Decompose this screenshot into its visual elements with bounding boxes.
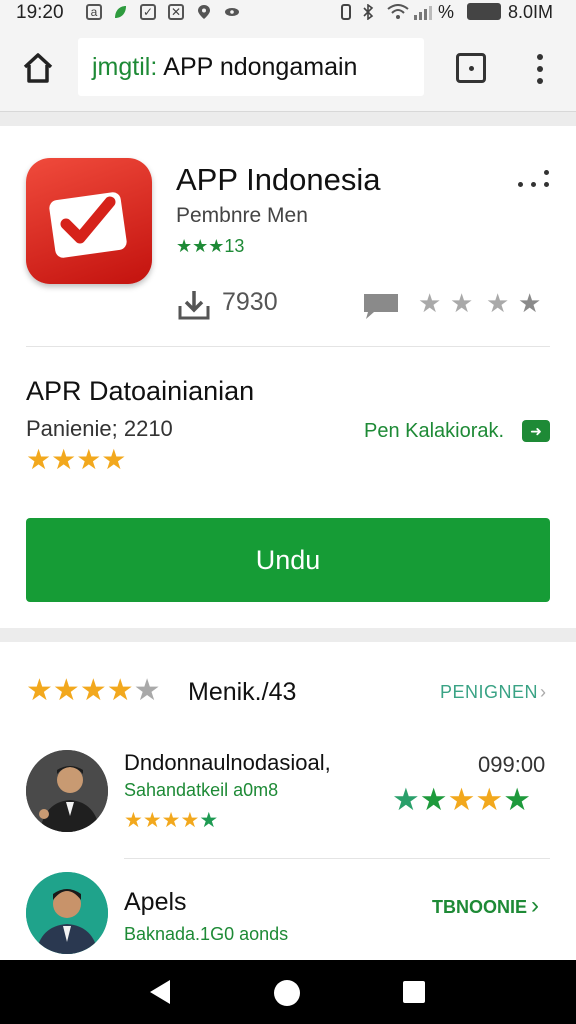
menu-dot-icon	[537, 66, 543, 72]
star-icon[interactable]: ★	[518, 290, 541, 316]
status-text-right: 8.0IM	[508, 2, 554, 22]
app-title: APP Indonesia	[176, 162, 381, 197]
star-icon[interactable]: ★	[418, 290, 441, 316]
url-text: APP ndongamain	[163, 52, 358, 81]
overflow-dot-icon	[531, 182, 536, 187]
reviews-more-link[interactable]: PENIGNEN ›	[440, 682, 547, 703]
vibrate-icon	[338, 4, 354, 20]
download-icon	[178, 291, 210, 320]
notification-icon: ✕	[168, 4, 184, 20]
battery-percent: %	[438, 2, 455, 22]
chevron-right-icon: ›	[540, 682, 547, 702]
review-meta: Baknada.1G0 aonds	[124, 924, 289, 944]
avatar[interactable]	[26, 750, 108, 832]
browser-toolbar: jmgtil: APP ndongamain	[0, 26, 576, 112]
star-icon: ★	[142, 809, 162, 832]
signal-icon	[412, 4, 434, 20]
section-title: APR Datoainianian	[26, 376, 255, 406]
browser-menu-button[interactable]	[530, 52, 550, 86]
star-icon: ★	[124, 809, 143, 832]
star-icon: ★	[199, 809, 219, 832]
menu-dot-icon	[537, 78, 543, 84]
overflow-dot-icon	[544, 182, 549, 187]
reviews-card: ★★★★★ Menik./43 PENIGNEN › Dndonnaulnodas…	[0, 642, 576, 960]
download-count: 7930	[222, 288, 278, 316]
star-icon: ★	[503, 782, 531, 817]
review-author: Apels	[124, 888, 187, 916]
tabs-button[interactable]	[456, 53, 486, 83]
app-icon[interactable]	[26, 158, 152, 284]
star-icon: ★	[52, 674, 80, 707]
review-rating-stars: ★★★★★	[124, 810, 218, 831]
overflow-dot-icon	[544, 170, 549, 175]
review-action-link[interactable]: TBNOONIE ›	[432, 892, 539, 920]
star-icon[interactable]: ★	[486, 290, 509, 316]
app-overflow-button[interactable]	[516, 166, 552, 192]
tabs-icon	[468, 65, 474, 71]
recents-button[interactable]	[403, 981, 425, 1003]
star-icon: ★	[392, 782, 420, 817]
review-action-label: TBNOONIE	[432, 897, 528, 917]
star-icon: ★	[419, 782, 448, 817]
checkmark-icon	[49, 192, 127, 258]
wifi-icon	[386, 4, 410, 20]
review-author: Dndonnaulnodasioal,	[124, 750, 331, 775]
star-icon: ★	[106, 674, 134, 707]
bluetooth-icon	[360, 4, 376, 20]
overflow-dot-icon	[518, 182, 523, 187]
home-icon	[23, 53, 53, 83]
url-bar[interactable]: jmgtil: APP ndongamain	[78, 38, 424, 96]
leaf-icon	[112, 4, 128, 20]
eye-icon	[224, 4, 240, 20]
reviews-title: Menik./43	[188, 678, 297, 706]
system-nav-bar	[0, 960, 576, 1024]
section-subtitle: Panienie; 2210	[26, 416, 173, 441]
install-button[interactable]: Undu	[26, 518, 550, 602]
status-bar: 19:20 a ✓ ✕ % 8.0IM	[0, 0, 576, 26]
status-time: 19:20	[16, 2, 64, 23]
reviews-more-label: PENIGNEN	[440, 682, 539, 702]
app-details-card: APP Indonesia Pembnre Men ★★★13 7930 ★ ★…	[0, 126, 576, 628]
star-icon: ★	[79, 674, 107, 707]
home-nav-button[interactable]	[274, 980, 300, 1006]
app-rating: ★★★13	[176, 236, 245, 256]
star-icon: ★	[133, 674, 161, 707]
divider	[124, 858, 550, 859]
section-link[interactable]: Pen Kalakiorak.	[364, 420, 504, 443]
star-icon: ★	[447, 782, 476, 817]
chat-icon[interactable]	[360, 290, 402, 322]
home-button[interactable]	[20, 50, 56, 86]
menu-dot-icon	[537, 54, 543, 60]
section-rating-stars: ★★★★	[26, 444, 127, 475]
star-icon[interactable]: ★	[450, 290, 473, 316]
divider	[26, 346, 550, 347]
notification-icon: ✓	[140, 4, 156, 20]
person-icon	[26, 750, 108, 832]
review-meta: Sahandatkeil a0m8	[124, 780, 279, 800]
star-icon: ★	[180, 809, 200, 832]
chevron-right-icon: ›	[531, 892, 540, 919]
star-icon: ★	[161, 809, 181, 832]
share-icon[interactable]: ➜	[522, 420, 550, 442]
notification-icon: a	[86, 4, 102, 20]
review-time: 099:00	[478, 752, 546, 777]
app-developer[interactable]: Pembnre Men	[176, 204, 308, 228]
reviews-rating-stars: ★★★★★	[26, 676, 161, 706]
star-icon: ★	[475, 782, 504, 817]
back-button[interactable]	[150, 980, 170, 1004]
avatar[interactable]	[26, 872, 108, 954]
review-stars-right: ★★★★★	[392, 784, 531, 815]
battery-icon	[467, 3, 501, 20]
star-icon: ★	[26, 674, 53, 707]
location-icon	[196, 4, 212, 20]
url-scheme: jmgtil:	[92, 52, 158, 81]
person-icon	[26, 872, 108, 954]
